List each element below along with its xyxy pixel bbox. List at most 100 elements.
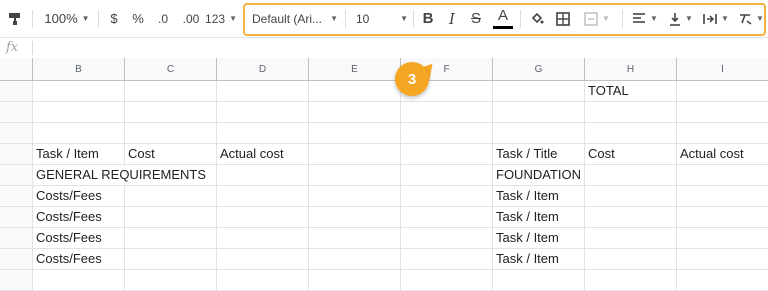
cell-c10[interactable] <box>125 270 217 291</box>
cell-g1[interactable] <box>493 81 585 102</box>
cell-i7[interactable] <box>677 207 768 228</box>
cell-c4[interactable]: Cost <box>125 144 217 165</box>
cell-c7[interactable] <box>125 207 217 228</box>
cell-c3[interactable] <box>125 123 217 144</box>
cell-f6[interactable] <box>401 186 493 207</box>
cell-d8[interactable] <box>217 228 309 249</box>
row-header[interactable] <box>0 144 33 165</box>
cell-i5[interactable] <box>677 165 768 186</box>
formula-bar[interactable]: fx <box>0 37 768 59</box>
row-header[interactable] <box>0 81 33 102</box>
cell-f9[interactable] <box>401 249 493 270</box>
cell-h6[interactable] <box>585 186 677 207</box>
cell-f7[interactable] <box>401 207 493 228</box>
cell-b7[interactable]: Costs/Fees <box>33 207 125 228</box>
cell-b9[interactable]: Costs/Fees <box>33 249 125 270</box>
zoom-select[interactable]: 100% ▼ <box>40 0 94 37</box>
cell-h10[interactable] <box>585 270 677 291</box>
cell-i4[interactable]: Actual cost <box>677 144 768 165</box>
cell-d4[interactable]: Actual cost <box>217 144 309 165</box>
row-header[interactable] <box>0 207 33 228</box>
cell-g10[interactable] <box>493 270 585 291</box>
more-formats-button[interactable]: 123 ▼ <box>205 0 237 37</box>
cell-i3[interactable] <box>677 123 768 144</box>
column-header-e[interactable]: E <box>309 58 401 81</box>
cell-i10[interactable] <box>677 270 768 291</box>
column-header-d[interactable]: D <box>217 58 309 81</box>
cell-f2[interactable] <box>401 102 493 123</box>
cell-h3[interactable] <box>585 123 677 144</box>
cell-g5[interactable]: FOUNDATION <box>493 165 585 186</box>
cell-g3[interactable] <box>493 123 585 144</box>
cell-e9[interactable] <box>309 249 401 270</box>
cell-c9[interactable] <box>125 249 217 270</box>
column-header-c[interactable]: C <box>125 58 217 81</box>
cell-d1[interactable] <box>217 81 309 102</box>
row-header[interactable] <box>0 123 33 144</box>
decrease-decimal-button[interactable]: .0 <box>152 0 174 37</box>
cell-e6[interactable] <box>309 186 401 207</box>
cell-g2[interactable] <box>493 102 585 123</box>
cell-c8[interactable] <box>125 228 217 249</box>
cell-f8[interactable] <box>401 228 493 249</box>
cell-b1[interactable] <box>33 81 125 102</box>
cell-h7[interactable] <box>585 207 677 228</box>
cell-e1[interactable] <box>309 81 401 102</box>
cell-b2[interactable] <box>33 102 125 123</box>
cell-g6[interactable]: Task / Item <box>493 186 585 207</box>
cell-e10[interactable] <box>309 270 401 291</box>
cell-e8[interactable] <box>309 228 401 249</box>
cell-g8[interactable]: Task / Item <box>493 228 585 249</box>
column-header-g[interactable]: G <box>493 58 585 81</box>
cell-b5[interactable]: GENERAL REQUIREMENTS <box>33 165 217 186</box>
cell-c1[interactable] <box>125 81 217 102</box>
cell-d7[interactable] <box>217 207 309 228</box>
column-header-h[interactable]: H <box>585 58 677 81</box>
cell-b3[interactable] <box>33 123 125 144</box>
cell-f5[interactable] <box>401 165 493 186</box>
cell-f4[interactable] <box>401 144 493 165</box>
row-header[interactable] <box>0 249 33 270</box>
cell-h5[interactable] <box>585 165 677 186</box>
cell-h9[interactable] <box>585 249 677 270</box>
increase-decimal-button[interactable]: .00 <box>178 0 204 37</box>
cell-i8[interactable] <box>677 228 768 249</box>
percent-format-button[interactable]: % <box>130 0 146 37</box>
column-header-i[interactable]: I <box>677 58 768 81</box>
cell-c2[interactable] <box>125 102 217 123</box>
cell-h4[interactable]: Cost <box>585 144 677 165</box>
cell-d10[interactable] <box>217 270 309 291</box>
cell-e2[interactable] <box>309 102 401 123</box>
cell-g7[interactable]: Task / Item <box>493 207 585 228</box>
cell-h1[interactable]: TOTAL <box>585 81 677 102</box>
cell-e3[interactable] <box>309 123 401 144</box>
cell-b6[interactable]: Costs/Fees <box>33 186 125 207</box>
cell-d2[interactable] <box>217 102 309 123</box>
row-header[interactable] <box>0 186 33 207</box>
row-header[interactable] <box>0 228 33 249</box>
cell-g9[interactable]: Task / Item <box>493 249 585 270</box>
cell-f3[interactable] <box>401 123 493 144</box>
row-header[interactable] <box>0 165 33 186</box>
cell-b10[interactable] <box>33 270 125 291</box>
cell-e4[interactable] <box>309 144 401 165</box>
currency-format-button[interactable]: $ <box>106 0 122 37</box>
cell-b4[interactable]: Task / Item <box>33 144 125 165</box>
cell-b8[interactable]: Costs/Fees <box>33 228 125 249</box>
spreadsheet-grid[interactable]: B C D E F G H I TOTAL Task / Item Cost A… <box>0 58 768 291</box>
cell-d5[interactable] <box>217 165 309 186</box>
column-header-b[interactable]: B <box>33 58 125 81</box>
cell-e5[interactable] <box>309 165 401 186</box>
row-header[interactable] <box>0 270 33 291</box>
cell-h8[interactable] <box>585 228 677 249</box>
cell-g4[interactable]: Task / Title <box>493 144 585 165</box>
cell-c6[interactable] <box>125 186 217 207</box>
paint-format-icon[interactable] <box>4 0 26 37</box>
cell-f10[interactable] <box>401 270 493 291</box>
cell-d6[interactable] <box>217 186 309 207</box>
row-header[interactable] <box>0 102 33 123</box>
cell-i6[interactable] <box>677 186 768 207</box>
cell-i2[interactable] <box>677 102 768 123</box>
cell-i1[interactable] <box>677 81 768 102</box>
cell-i9[interactable] <box>677 249 768 270</box>
